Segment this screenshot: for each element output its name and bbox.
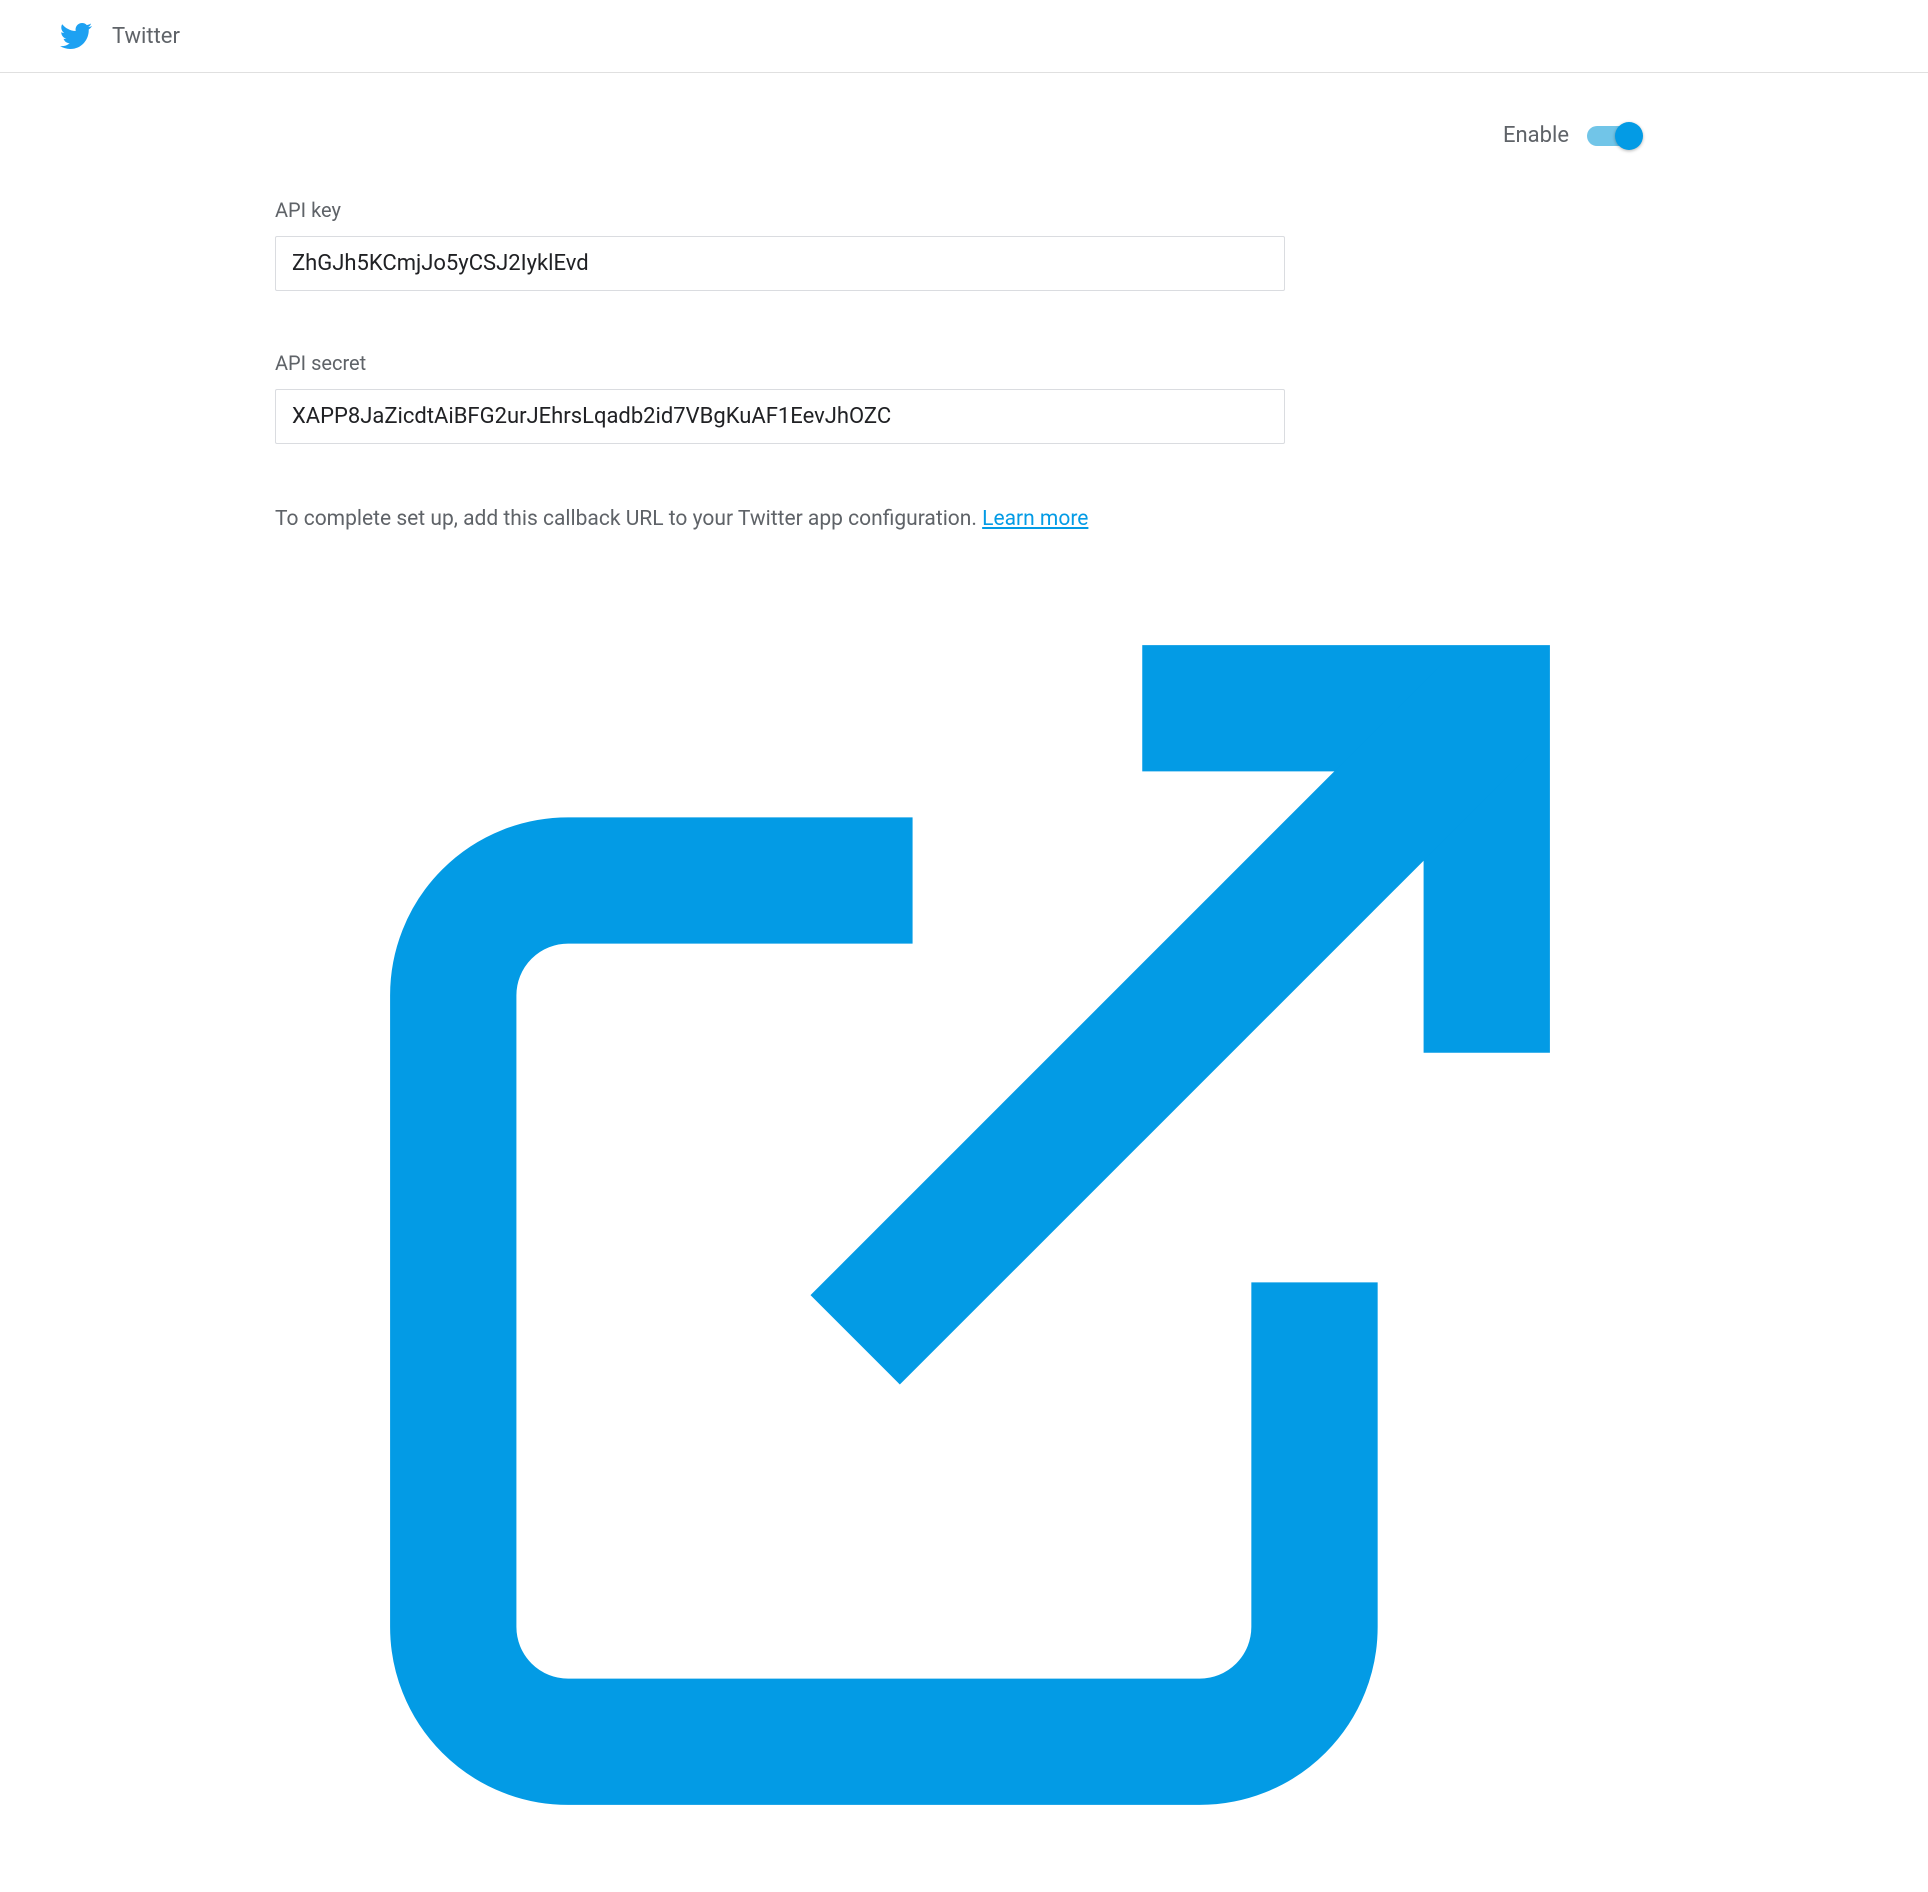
api-secret-label: API secret bbox=[275, 351, 1653, 375]
provider-title: Twitter bbox=[112, 24, 180, 49]
api-secret-group: API secret bbox=[275, 351, 1653, 444]
callback-helper-text: To complete set up, add this callback UR… bbox=[275, 504, 1653, 1892]
twitter-icon bbox=[60, 20, 92, 52]
enable-toggle[interactable] bbox=[1587, 126, 1643, 146]
callback-helper: To complete set up, add this callback UR… bbox=[275, 507, 977, 531]
enable-row: Enable bbox=[275, 123, 1653, 148]
api-secret-input[interactable] bbox=[275, 389, 1285, 444]
api-key-group: API key bbox=[275, 198, 1653, 291]
provider-config-form: Enable API key API secret To complete se… bbox=[0, 73, 1928, 1892]
learn-more-link[interactable]: Learn more bbox=[275, 507, 1659, 1241]
api-key-label: API key bbox=[275, 198, 1653, 222]
api-key-input[interactable] bbox=[275, 236, 1285, 291]
enable-label: Enable bbox=[1503, 123, 1569, 148]
provider-header: Twitter bbox=[0, 0, 1928, 73]
learn-more-label: Learn more bbox=[982, 507, 1088, 531]
toggle-thumb bbox=[1615, 122, 1643, 150]
